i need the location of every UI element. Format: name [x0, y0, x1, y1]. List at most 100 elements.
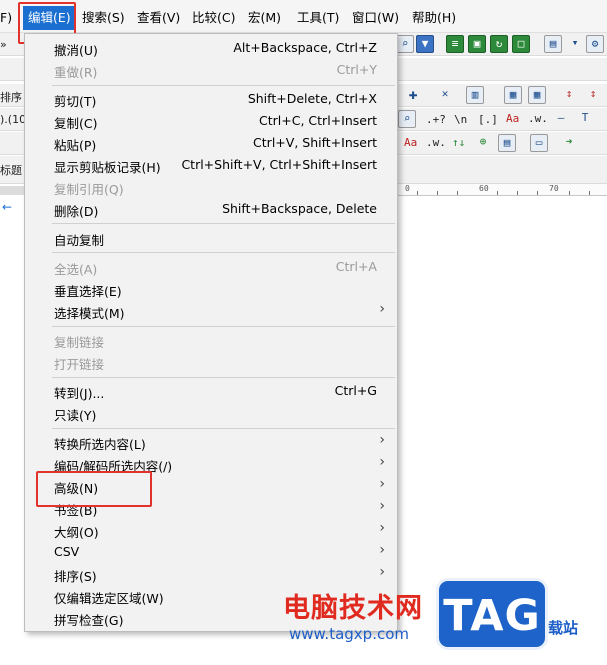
menu-item-label: 转换所选内容(L): [54, 437, 146, 452]
window-icon[interactable]: □: [512, 35, 530, 53]
menu-help[interactable]: 帮助(H): [412, 8, 456, 28]
menu-item-shortcut: Ctrl+C, Ctrl+Insert: [259, 113, 377, 128]
word-symbol-2[interactable]: .w.: [426, 136, 446, 149]
menu-item-label: 打开链接: [54, 357, 105, 372]
regex-symbol[interactable]: .+?: [426, 113, 446, 126]
menu-item-auto-copy[interactable]: 自动复制: [25, 227, 397, 249]
menu-item-advanced[interactable]: 高级(N) ›: [25, 475, 397, 497]
menu-item-label: 仅编辑选定区域(W): [54, 591, 164, 606]
sort-az-icon[interactable]: ↕: [560, 86, 578, 104]
menu-item-label: 重做(R): [54, 65, 98, 80]
case-symbol[interactable]: Aa: [506, 112, 519, 125]
monitor-icon[interactable]: ▭: [530, 134, 548, 152]
plus-icon[interactable]: ✚: [404, 86, 422, 104]
menu-compare[interactable]: 比较(C): [192, 8, 235, 28]
grid-icon[interactable]: ▦: [528, 86, 546, 104]
ruler-tick: [497, 191, 498, 195]
menu-file[interactable]: F): [0, 8, 12, 28]
menu-item-redo[interactable]: 重做(R) Ctrl+Y: [25, 59, 397, 81]
menu-item-paste[interactable]: 粘贴(P) Ctrl+V, Shift+Insert: [25, 132, 397, 154]
bracket-symbol[interactable]: [.]: [478, 113, 498, 126]
arrow-right-icon[interactable]: ➜: [560, 134, 578, 152]
refresh-icon[interactable]: ↻: [490, 35, 508, 53]
menu-item-sort[interactable]: 排序(S) ›: [25, 563, 397, 585]
case-symbol-2[interactable]: Aa: [404, 136, 417, 149]
table-icon[interactable]: ▦: [504, 86, 522, 104]
menu-item-clipboard-history[interactable]: 显示剪贴板记录(H) Ctrl+Shift+V, Ctrl+Shift+Inser…: [25, 154, 397, 176]
clear-format-icon[interactable]: T: [576, 110, 594, 128]
menu-edit[interactable]: 编辑(E): [23, 6, 76, 30]
sort-za-icon[interactable]: ↕: [584, 86, 602, 104]
menu-item-select-all[interactable]: 全选(A) Ctrl+A: [25, 256, 397, 278]
tab-strip: [0, 186, 24, 195]
menu-item-selection-mode[interactable]: 选择模式(M) ›: [25, 300, 397, 322]
menu-item-label: CSV: [54, 544, 80, 559]
menu-item-copy-reference[interactable]: 复制引用(Q): [25, 176, 397, 198]
menu-item-copy[interactable]: 复制(C) Ctrl+C, Ctrl+Insert: [25, 110, 397, 132]
menu-item-label: 只读(Y): [54, 408, 97, 423]
list-view-icon[interactable]: ≡: [446, 35, 464, 53]
menu-item-label: 复制(C): [54, 116, 98, 131]
document-icon[interactable]: ▤: [544, 35, 562, 53]
menu-separator: [52, 223, 395, 224]
menu-item-label: 粘贴(P): [54, 138, 97, 153]
menu-item-label: 垂直选择(E): [54, 284, 122, 299]
search-icon[interactable]: ⌕: [396, 35, 414, 53]
menu-item-cut[interactable]: 剪切(T) Shift+Delete, Ctrl+X: [25, 88, 397, 110]
find-icon[interactable]: ⌕: [398, 110, 416, 128]
columns-icon[interactable]: ▥: [466, 86, 484, 104]
chevron-right-icon: ›: [379, 432, 385, 448]
menu-item-encode-decode[interactable]: 编码/解码所选内容(/) ›: [25, 453, 397, 475]
globe-icon[interactable]: ⊕: [474, 134, 492, 152]
panel-icon[interactable]: ▤: [498, 134, 516, 152]
menu-item-copy-link[interactable]: 复制链接: [25, 329, 397, 351]
menu-item-csv[interactable]: CSV ›: [25, 541, 397, 563]
filter-icon[interactable]: ▼: [416, 35, 434, 53]
left-fragment-3: ).(10: [0, 113, 27, 126]
ruler-tick: [537, 191, 538, 195]
menu-item-label: 显示剪贴板记录(H): [54, 160, 161, 175]
menu-item-convert-selection[interactable]: 转换所选内容(L) ›: [25, 431, 397, 453]
menu-macro[interactable]: 宏(M): [248, 8, 281, 28]
menu-item-open-link[interactable]: 打开链接: [25, 351, 397, 373]
menu-tools[interactable]: 工具(T): [297, 8, 339, 28]
menu-item-column-select[interactable]: 垂直选择(E): [25, 278, 397, 300]
menu-separator: [52, 252, 395, 253]
image-icon[interactable]: ▣: [468, 35, 486, 53]
edit-dropdown-menu: 撤消(U) Alt+Backspace, Ctrl+Z 重做(R) Ctrl+Y 剪…: [24, 33, 398, 632]
dropdown-arrow-icon[interactable]: ▾: [566, 35, 584, 53]
menu-item-label: 编码/解码所选内容(/): [54, 459, 173, 474]
ruler-tick: [417, 191, 418, 195]
menu-window[interactable]: 窗口(W): [352, 8, 399, 28]
menu-search[interactable]: 搜索(S): [82, 8, 125, 28]
menu-item-label: 高级(N): [54, 481, 99, 496]
menu-item-read-only[interactable]: 只读(Y): [25, 402, 397, 424]
menu-item-label: 书签(B): [54, 503, 98, 518]
newline-symbol[interactable]: \n: [454, 113, 467, 126]
menu-item-bookmarks[interactable]: 书签(B) ›: [25, 497, 397, 519]
ruler-label: 60: [479, 184, 489, 193]
watermark-suffix: 载站: [548, 619, 579, 637]
menu-item-label: 选择模式(M): [54, 306, 125, 321]
chevron-right-icon: ›: [379, 564, 385, 580]
chevron-right-icon: ›: [379, 454, 385, 470]
menu-item-undo[interactable]: 撤消(U) Alt+Backspace, Ctrl+Z: [25, 37, 397, 59]
menu-item-outline[interactable]: 大纲(O) ›: [25, 519, 397, 541]
settings-icon[interactable]: ⚙: [586, 35, 604, 53]
left-fragment-4: 标题: [0, 164, 22, 177]
word-symbol[interactable]: .w.: [528, 112, 548, 125]
ruler-tick: [457, 191, 458, 195]
ruler-tick: [517, 191, 518, 195]
menu-view[interactable]: 查看(V): [137, 8, 180, 28]
menu-item-shortcut: Ctrl+Shift+V, Ctrl+Shift+Insert: [181, 157, 377, 172]
menu-item-delete[interactable]: 删除(D) Shift+Backspace, Delete: [25, 198, 397, 220]
chevron-right-icon: ›: [379, 498, 385, 514]
ruler-tick: [589, 191, 590, 195]
minus-icon[interactable]: —: [552, 110, 570, 128]
back-arrow-icon[interactable]: ←: [2, 200, 12, 214]
menu-item-label: 转到(J)...: [54, 386, 105, 401]
updown-symbol[interactable]: ↑↓: [452, 136, 465, 149]
menu-item-goto[interactable]: 转到(J)... Ctrl+G: [25, 380, 397, 402]
watermark-logo: TAG: [436, 578, 548, 650]
tools-icon[interactable]: ✕: [436, 86, 454, 104]
